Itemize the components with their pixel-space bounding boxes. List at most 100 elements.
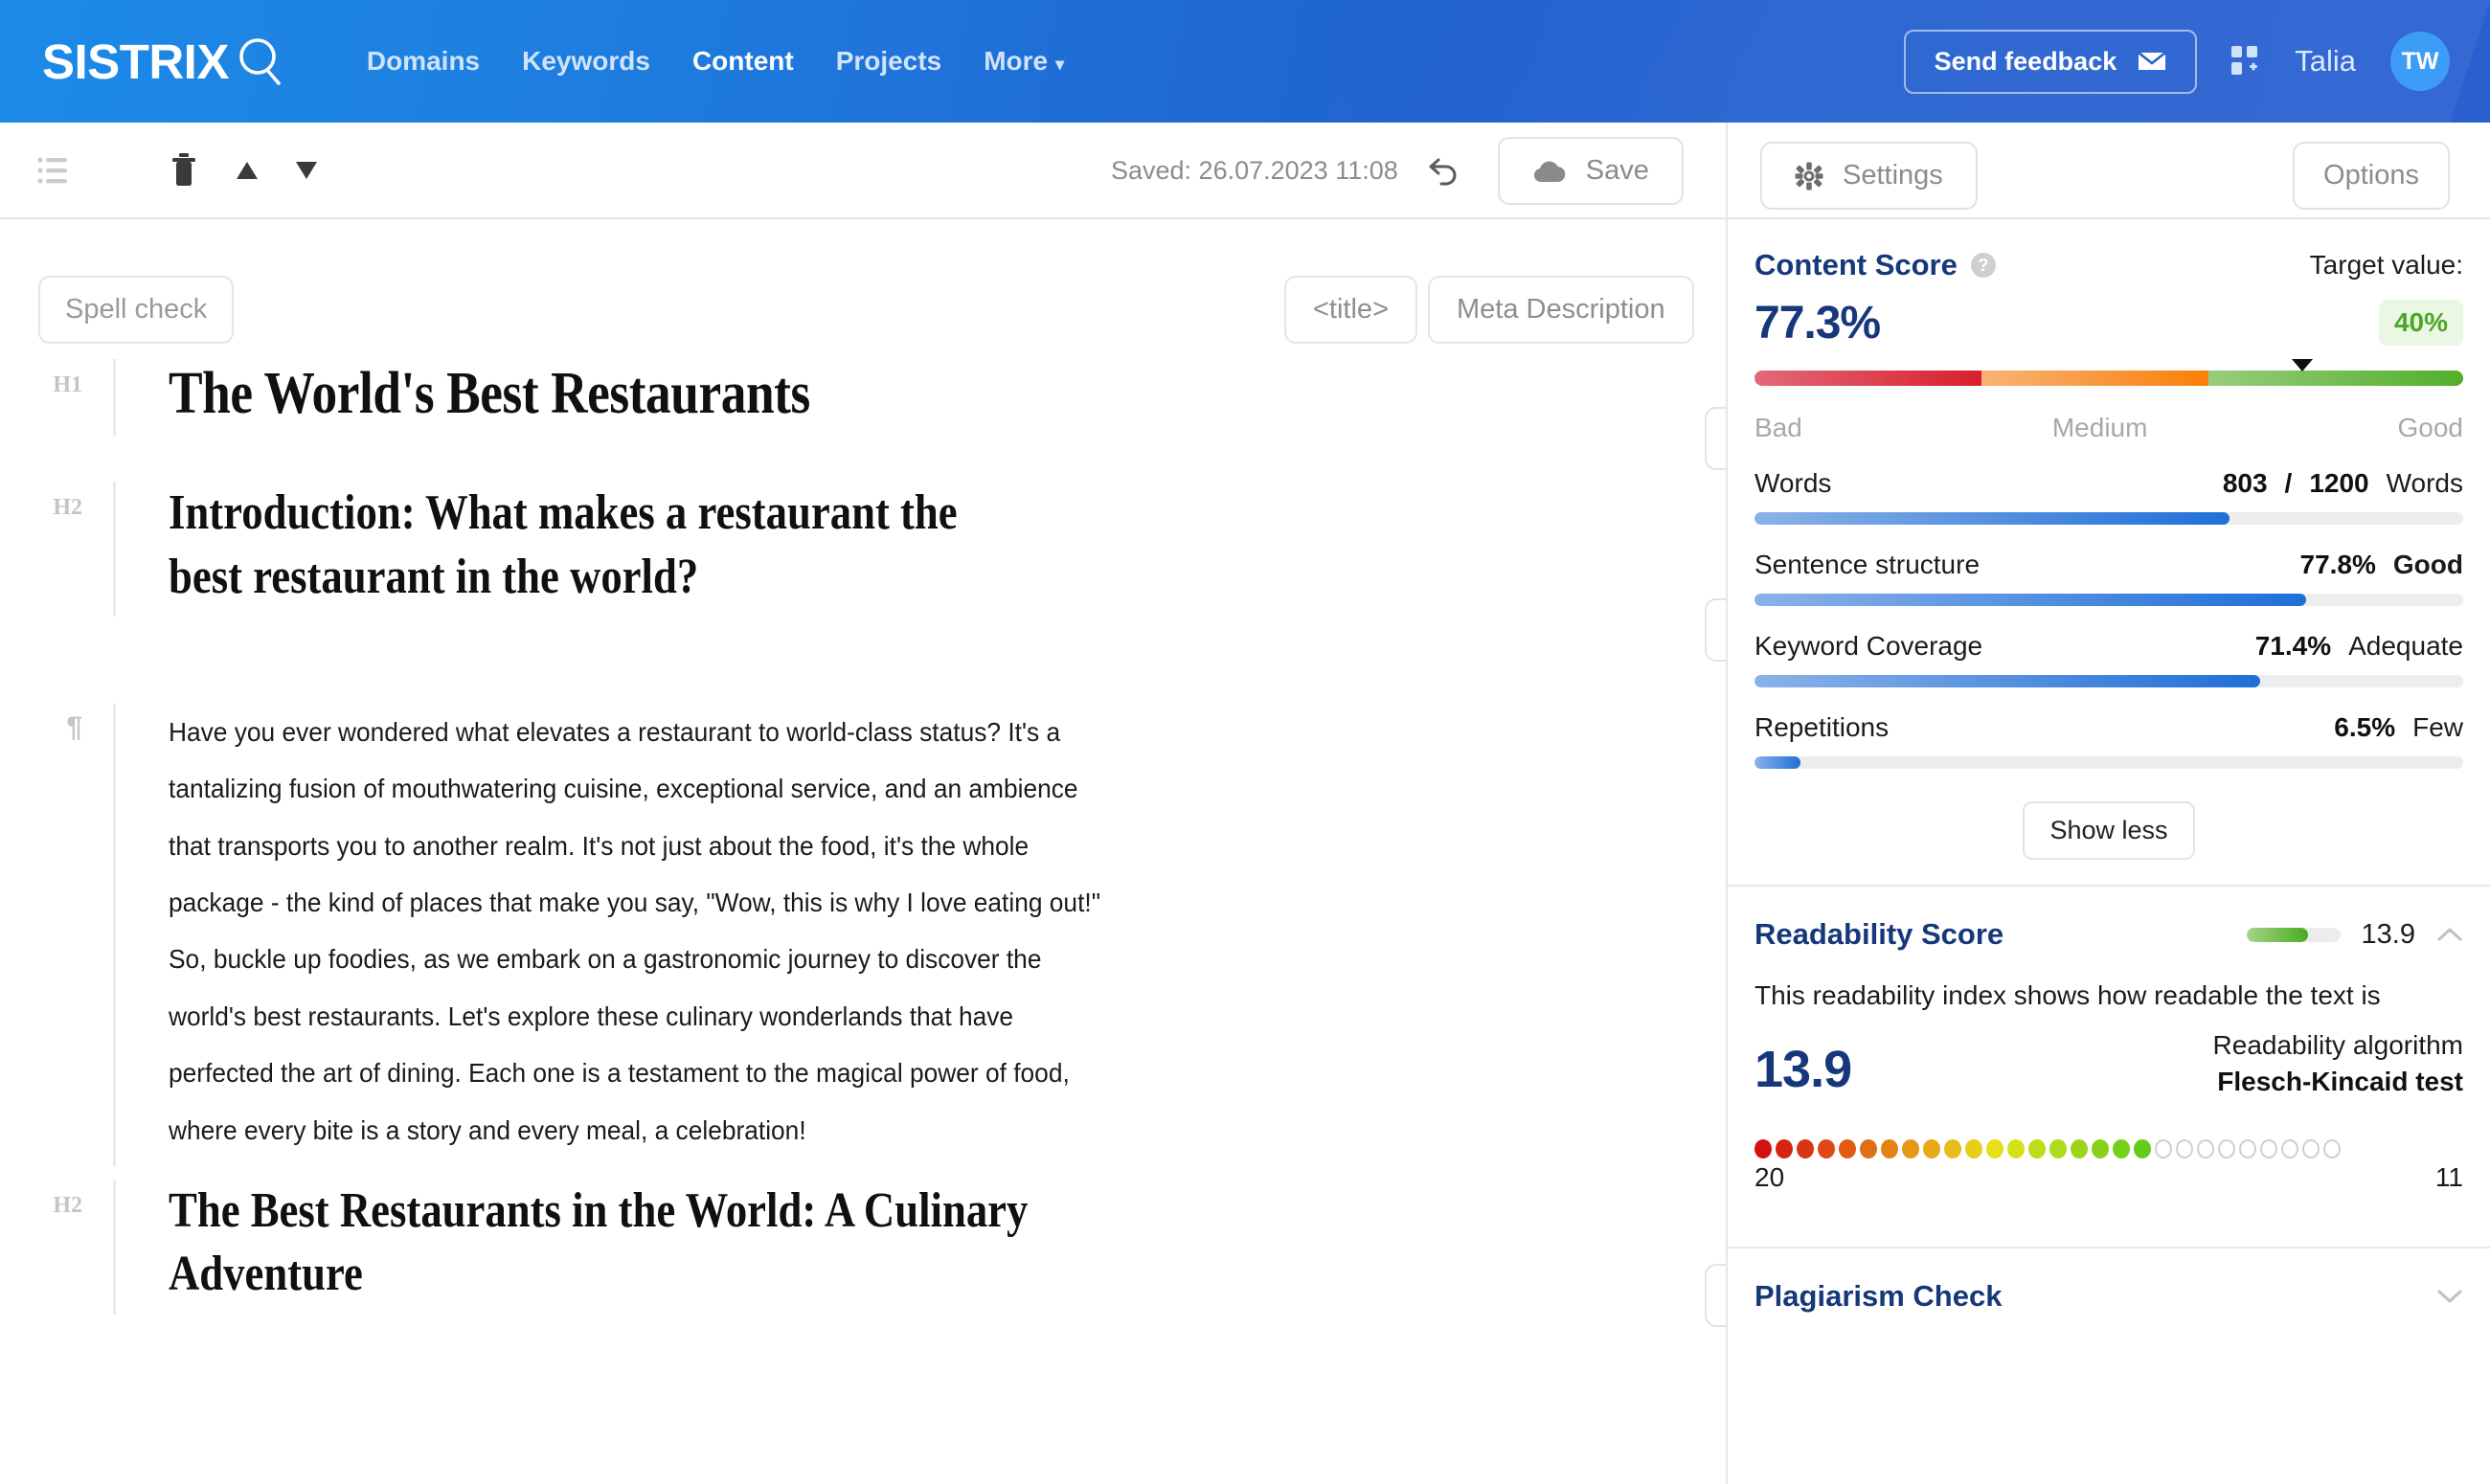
content-score-value: 77.3% (1754, 297, 1881, 349)
paragraph-text[interactable]: Have you ever wondered what elevates a r… (169, 704, 1122, 1158)
metric-words-unit: Words (2386, 468, 2463, 498)
show-less-button[interactable]: Show less (2023, 801, 2195, 860)
gear-icon (1795, 162, 1823, 190)
content-score-panel: Content Score ? Target value: 77.3% 40% … (1728, 219, 2490, 885)
toolbar-divider (1726, 123, 1728, 219)
metric-sentence-value: 77.8% (2299, 550, 2376, 579)
readability-scale-labels: 20 11 (1754, 1162, 2463, 1193)
metric-repetitions-row: Repetitions 6.5% Few (1754, 712, 2463, 743)
readability-dot-filled (1944, 1139, 1961, 1158)
send-feedback-label: Send feedback (1934, 46, 2117, 76)
metric-words-separator: / (2284, 468, 2293, 498)
readability-dot-filled (2092, 1139, 2109, 1158)
readability-mini-bar (2246, 927, 2341, 942)
analysis-sidebar: Content Score ? Target value: 77.3% 40% … (1726, 219, 2490, 1484)
readability-dot-filled (1818, 1139, 1835, 1158)
metric-sentence-values: 77.8% Good (2300, 550, 2464, 580)
outline-list-icon[interactable] (36, 152, 73, 189)
readability-dot-filled (2049, 1139, 2067, 1158)
help-icon[interactable]: ? (1970, 253, 1996, 278)
readability-title: Readability Score (1754, 917, 2004, 951)
settings-button-label: Settings (1843, 160, 1943, 191)
nav-item-content[interactable]: Content (671, 36, 815, 86)
editor-block-h2-best[interactable]: H2 The Best Restaurants in the World: A … (0, 1166, 1726, 1386)
readability-dot-empty (2323, 1139, 2341, 1158)
readability-scale-left: 20 (1754, 1162, 1785, 1192)
move-down-icon[interactable] (293, 157, 320, 184)
spell-check-button[interactable]: Spell check (38, 276, 235, 344)
heading-2-intro-text[interactable]: Introduction: What makes a restaurant th… (169, 482, 1042, 609)
nav-item-keywords[interactable]: Keywords (501, 36, 671, 86)
readability-algorithm-group: Readability algorithm Flesch-Kincaid tes… (2213, 1030, 2463, 1097)
heading-2-best-text[interactable]: The Best Restaurants in the World: A Cul… (169, 1180, 1042, 1307)
readability-dot-filled (1860, 1139, 1877, 1158)
metric-repetitions-values: 6.5% Few (2334, 712, 2463, 743)
editor-block-h1[interactable]: H1 The World's Best Restaurants (0, 334, 1726, 468)
readability-dot-filled (1776, 1139, 1793, 1158)
legend-good: Good (2397, 413, 2463, 442)
options-button[interactable]: Options (2293, 142, 2450, 210)
readability-header[interactable]: Readability Score 13.9 (1754, 887, 2463, 952)
nav-item-domains[interactable]: Domains (346, 36, 501, 86)
readability-dot-filled (2028, 1139, 2046, 1158)
readability-dot-filled (1797, 1139, 1814, 1158)
chevron-up-icon[interactable] (2436, 926, 2463, 943)
cloud-save-icon (1533, 161, 1566, 182)
avatar[interactable]: TW (2390, 32, 2450, 91)
block-tag-paragraph: ¶ (66, 711, 82, 743)
block-body-h2-intro[interactable]: Introduction: What makes a restaurant th… (113, 482, 1726, 618)
chevron-down-icon[interactable] (2436, 1288, 2463, 1305)
magnifier-icon (239, 38, 281, 85)
nav-right-group: Send feedback Talia TW (1903, 29, 2450, 94)
delete-trash-icon[interactable] (169, 152, 199, 189)
legend-bad: Bad (1754, 413, 1802, 442)
readability-mini-fill (2246, 927, 2309, 942)
metric-keyword-quality: Adequate (2348, 631, 2463, 661)
content-score-value-row: 77.3% 40% (1754, 296, 2463, 349)
settings-button[interactable]: Settings (1760, 142, 1978, 210)
save-button[interactable]: Save (1497, 137, 1684, 205)
metric-keyword-track (1754, 675, 2463, 687)
nav-item-projects[interactable]: Projects (815, 36, 963, 86)
readability-dot-filled (1881, 1139, 1898, 1158)
metric-repetitions-label: Repetitions (1754, 712, 1890, 742)
readability-big-score: 13.9 (1754, 1041, 1852, 1099)
block-body-h2-best[interactable]: The Best Restaurants in the World: A Cul… (113, 1179, 1726, 1315)
metric-words-value: 803 (2222, 468, 2268, 498)
title-tag-button[interactable]: <title> (1284, 276, 1417, 344)
editor-block-h2-intro[interactable]: H2 Introduction: What makes a restaurant… (0, 468, 1726, 688)
content-score-marker-icon (2292, 359, 2314, 371)
metric-repetitions-fill (1754, 756, 1801, 769)
heading-1-text[interactable]: The World's Best Restaurants (169, 359, 1507, 429)
block-body-h1[interactable]: The World's Best Restaurants (113, 359, 1726, 438)
metric-repetitions-quality: Few (2412, 712, 2463, 742)
editor-block-paragraph[interactable]: ¶ Have you ever wondered what elevates a… (0, 688, 1726, 1166)
send-feedback-button[interactable]: Send feedback (1903, 29, 2198, 94)
block-body-paragraph[interactable]: Have you ever wondered what elevates a r… (113, 704, 1726, 1166)
plagiarism-title: Plagiarism Check (1754, 1279, 2003, 1313)
undo-icon[interactable] (1427, 155, 1460, 188)
plagiarism-panel: Plagiarism Check (1728, 1248, 2490, 1314)
top-navigation-bar: SISTRIX Domains Keywords Content Project… (0, 0, 2490, 123)
document-editor: H1 The World's Best Restaurants H2 Intro… (0, 219, 1726, 1484)
target-value-label: Target value: (2309, 250, 2463, 280)
plagiarism-header[interactable]: Plagiarism Check (1754, 1248, 2463, 1314)
readability-dot-filled (1965, 1139, 1982, 1158)
nav-item-more[interactable]: More ▾ (962, 36, 1085, 86)
readability-score-row: 13.9 Readability algorithm Flesch-Kincai… (1754, 1030, 2463, 1097)
apps-grid-icon[interactable] (2231, 46, 2260, 77)
sistrix-logo[interactable]: SISTRIX (42, 32, 290, 91)
metric-keyword-value: 71.4% (2254, 631, 2332, 661)
readability-dot-empty (2239, 1139, 2256, 1158)
meta-description-button[interactable]: Meta Description (1428, 276, 1694, 344)
metric-sentence-structure: Sentence structure 77.8% Good (1754, 550, 2463, 606)
toolbar-left-group (0, 152, 320, 189)
metric-words-label: Words (1754, 468, 1832, 498)
move-up-icon[interactable] (234, 157, 260, 184)
legend-medium: Medium (2051, 413, 2148, 442)
username-label[interactable]: Talia (2295, 44, 2356, 79)
content-score-title-group: Content Score ? (1754, 248, 1996, 282)
nav-item-more-label: More (984, 46, 1049, 76)
metric-sentence-track (1754, 594, 2463, 606)
gauge-segment-medium (1981, 371, 2208, 386)
